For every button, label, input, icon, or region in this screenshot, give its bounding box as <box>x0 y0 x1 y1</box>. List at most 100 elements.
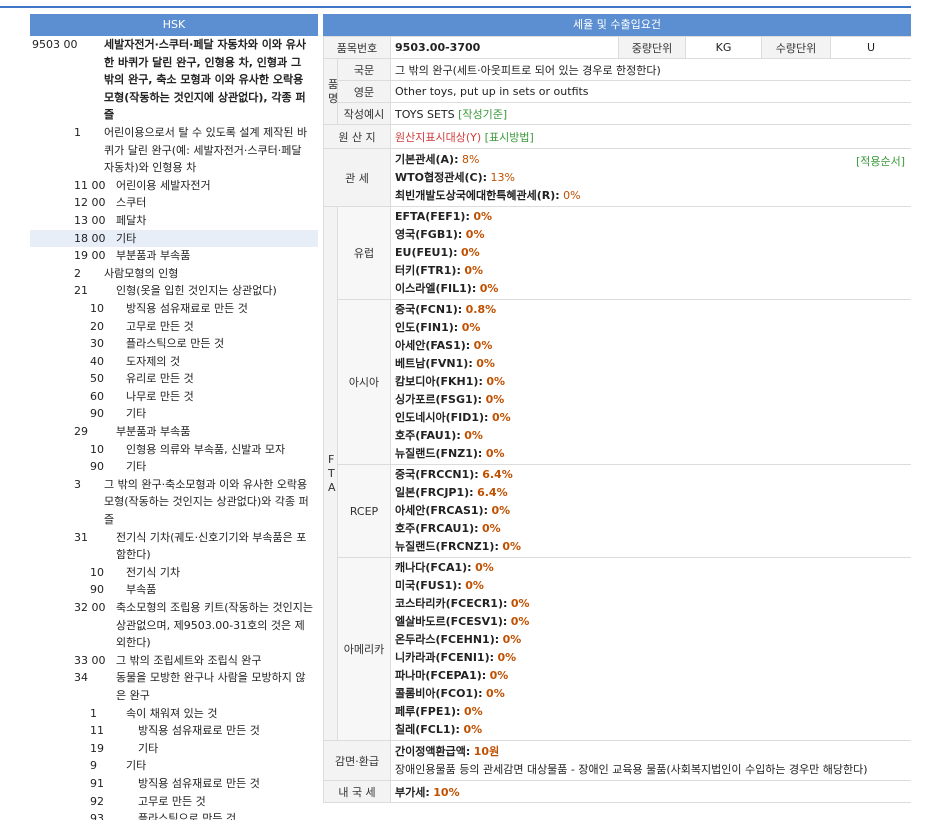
hsk-row[interactable]: 29 부분품과 부속품 <box>30 423 318 441</box>
hsk-row[interactable]: 21 인형(옷을 입힌 것인지는 상관없다) <box>30 282 318 300</box>
hsk-row[interactable]: 91 방직용 섬유재료로 만든 것 <box>30 775 318 793</box>
example-label: 작성예시 <box>336 102 392 125</box>
fta-rate-name: 중국(FRCCN1): <box>395 468 479 481</box>
fta-rate-line: 아세안(FRCAS1): 0% <box>395 502 907 520</box>
domestic-tax-rate: 10% <box>433 785 460 799</box>
fta-rate-value: 0% <box>463 723 483 736</box>
hsk-row[interactable]: 1 속이 채워져 있는 것 <box>30 705 318 723</box>
hsk-row[interactable]: 9503 00 세발자전거·스쿠터·페달 자동차와 이와 유사한 바퀴가 달린 완… <box>30 36 318 124</box>
fta-region-label: 아시아 <box>336 299 392 465</box>
hsk-row[interactable]: 30 플라스틱으로 만든 것 <box>30 335 318 353</box>
fta-rate-value: 0% <box>486 687 505 700</box>
fta-rate-value: 0% <box>489 669 509 682</box>
hsk-row[interactable]: 32 00 축소모형의 조립용 키트(작동하는 것인지는 상관없으며, 제9503… <box>30 599 318 652</box>
fta-rate-name: 온두라스(FCEHN1): <box>395 633 500 646</box>
fta-rate-line: 호주(FRCAU1): 0% <box>395 520 907 538</box>
origin-method-link[interactable]: [표시방법] <box>485 131 534 144</box>
fta-rate-name: 이스라엘(FIL1): <box>395 282 477 295</box>
hsk-description: 유리로 만든 것 <box>126 372 194 386</box>
tariff-rate-line: WTO협정관세(C): 13% <box>395 169 907 187</box>
fta-rate-line: 뉴질랜드(FRCNZ1): 0% <box>395 538 907 556</box>
hsk-description: 인형용 의류와 부속품, 신발과 모자 <box>126 442 286 456</box>
hsk-code: 90 <box>90 583 104 597</box>
hsk-row[interactable]: 31 전기식 기차(궤도·신호기기와 부속품은 포함한다) <box>30 529 318 564</box>
hsk-row[interactable]: 1 어린이용으로서 탈 수 있도록 설계 제작된 바퀴가 달린 완구(예: 세발자… <box>30 124 318 177</box>
hsk-code: 19 00 <box>74 249 106 263</box>
fta-rate-value: 0% <box>473 210 493 223</box>
refund-label: 감면·환급 <box>323 740 392 781</box>
fta-rate-value: 0% <box>485 393 505 406</box>
fta-rate-line: 영국(FGB1): 0% <box>395 226 907 244</box>
item-code-label: 품목번호 <box>323 36 392 59</box>
hsk-code: 3 <box>74 477 81 491</box>
fta-rate-name: 콜롬비아(FCO1): <box>395 687 483 700</box>
hsk-code: 30 <box>90 337 104 351</box>
hsk-row[interactable]: 34 동물을 모방한 완구나 사람을 모방하지 않은 완구 <box>30 669 318 704</box>
hsk-row[interactable]: 11 00 어린이용 세발자전거 <box>30 177 318 195</box>
hsk-row[interactable]: 2 사람모형의 인형 <box>30 265 318 283</box>
tariff-rate-line: 최빈개발도상국에대한특혜관세(R): 0% <box>395 187 907 205</box>
apply-order-link[interactable]: [적용순서] <box>856 153 905 169</box>
refund-cell: 간이정액환급액: 10원 장애인용물품 등의 관세감면 대상물품 - 장애인 교… <box>390 740 911 781</box>
fta-rate-line: 중국(FCN1): 0.8% <box>395 301 907 319</box>
fta-rate-value: 0% <box>465 228 485 241</box>
tariff-rate-value: 13% <box>490 170 515 184</box>
hsk-code: 29 <box>74 425 88 439</box>
hsk-row[interactable]: 50 유리로 만든 것 <box>30 370 318 388</box>
hsk-row[interactable]: 9 기타 <box>30 757 318 775</box>
hsk-code: 91 <box>90 776 104 790</box>
fta-rate-line: 페루(FPE1): 0% <box>395 703 907 721</box>
hsk-row[interactable]: 13 00 페달차 <box>30 212 318 230</box>
hsk-row[interactable]: 93 플라스틱으로 만든 것 <box>30 810 318 820</box>
hsk-row[interactable]: 40 도자제의 것 <box>30 353 318 371</box>
hsk-code: 19 <box>90 741 104 755</box>
domestic-tax-cell: 부가세: 10% <box>390 780 911 803</box>
fta-rate-line: 미국(FUS1): 0% <box>395 577 907 595</box>
hsk-row[interactable]: 10 방직용 섬유재료로 만든 것 <box>30 300 318 318</box>
hsk-row[interactable]: 18 00 기타 <box>30 229 318 248</box>
hsk-row[interactable]: 10 인형용 의류와 부속품, 신발과 모자 <box>30 441 318 459</box>
fta-rate-name: 뉴질랜드(FNZ1): <box>395 447 483 460</box>
hsk-row[interactable]: 20 고무로 만든 것 <box>30 318 318 336</box>
fta-rate-line: 코스타리카(FCECR1): 0% <box>395 595 907 613</box>
fta-group-row: RCEP 중국(FRCCN1): 6.4% 일본(FRCJP1): 6.4% 아세안(… <box>324 464 911 558</box>
hsk-code: 40 <box>90 354 104 368</box>
hsk-row[interactable]: 10 전기식 기차 <box>30 564 318 582</box>
name-kr-value: 그 밖의 완구(세트·아웃피트로 되어 있는 경우로 한정한다) <box>390 58 911 81</box>
hsk-row[interactable]: 92 고무로 만든 것 <box>30 793 318 811</box>
hsk-row[interactable]: 3그 밖의 완구·축소모형과 이와 유사한 오락용 모형(작동하는 것인지는 상… <box>30 476 318 529</box>
hsk-row[interactable]: 19 기타 <box>30 740 318 758</box>
fta-rate-name: 중국(FCN1): <box>395 303 463 316</box>
fta-rate-line: 엘살바도르(FCESV1): 0% <box>395 613 907 631</box>
fta-rate-name: 인도(FIN1): <box>395 321 459 334</box>
name-en-value: Other toys, put up in sets or outfits <box>390 80 911 103</box>
hsk-row[interactable]: 12 00 스쿠터 <box>30 194 318 212</box>
fta-rate-value: 0% <box>491 504 511 517</box>
fta-rate-name: 일본(FRCJP1): <box>395 486 474 499</box>
fta-label: FTA <box>323 206 338 741</box>
hsk-row[interactable]: 60 나무로 만든 것 <box>30 388 318 406</box>
fta-region-label: 유럽 <box>336 206 392 300</box>
qty-unit-label: 수량단위 <box>761 36 832 59</box>
fta-rate-name: 아세안(FAS1): <box>395 339 471 352</box>
hsk-row[interactable]: 19 00 부분품과 부속품 <box>30 247 318 265</box>
hsk-row[interactable]: 33 00 그 밖의 조립세트와 조립식 완구 <box>30 652 318 670</box>
hsk-row[interactable]: 90 기타 <box>30 405 318 423</box>
fta-rate-name: 칠레(FCL1): <box>395 723 460 736</box>
hsk-row[interactable]: 11 방직용 섬유재료로 만든 것 <box>30 722 318 740</box>
fta-rate-name: 인도네시아(FID1): <box>395 411 489 424</box>
hsk-row[interactable]: 90 기타 <box>30 458 318 476</box>
hsk-code: 31 <box>74 530 88 544</box>
product-name-vertical-label: 품명 <box>328 77 339 105</box>
fta-group-row: 아메리카 캐나다(FCA1): 0% 미국(FUS1): 0% 코스타리카(FCECR… <box>324 557 911 741</box>
example-criteria-link[interactable]: [작성기준] <box>458 108 507 121</box>
hsk-row[interactable]: 90 부속품 <box>30 581 318 599</box>
tariff-row: 관 세 기본관세(A): 8% WTO협정관세(C): 13% 최빈개발도상국에대한… <box>323 148 911 207</box>
fta-rate-line: 호주(FAU1): 0% <box>395 427 907 445</box>
fta-rate-name: 뉴질랜드(FRCNZ1): <box>395 540 499 553</box>
fta-rate-value: 0% <box>491 411 511 424</box>
fta-rate-value: 6.4% <box>482 468 513 481</box>
origin-cell: 원산지표시대상(Y) [표시방법] <box>390 124 911 149</box>
hsk-description: 기타 <box>126 407 147 421</box>
tariff-rate-value: 0% <box>563 188 581 202</box>
